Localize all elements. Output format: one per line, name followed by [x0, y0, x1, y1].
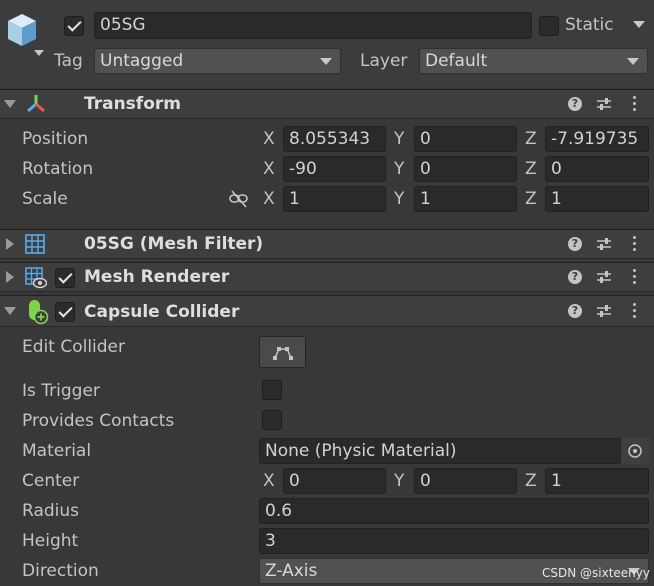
rotation-x-field[interactable]: -90	[283, 156, 386, 182]
position-z-field[interactable]: -7.919735	[545, 126, 649, 152]
material-value: None (Physic Material)	[265, 441, 457, 461]
foldout-collapsed-icon[interactable]	[6, 271, 14, 283]
help-icon[interactable]: ?	[568, 97, 582, 111]
scale-y-axis-label[interactable]: Y	[394, 188, 404, 210]
help-icon[interactable]: ?	[568, 237, 582, 251]
gameobject-cube-icon[interactable]	[4, 12, 46, 56]
scale-z-field[interactable]: 1	[545, 186, 649, 212]
rotation-y-field[interactable]: 0	[414, 156, 517, 182]
direction-value: Z-Axis	[265, 561, 318, 581]
mesh-filter-title: 05SG (Mesh Filter)	[84, 234, 264, 254]
mesh-renderer-title: Mesh Renderer	[84, 267, 230, 287]
kebab-menu-icon[interactable]	[633, 269, 637, 287]
capsule-collider-enabled-checkbox[interactable]	[55, 302, 75, 322]
transform-title: Transform	[84, 94, 181, 114]
center-z-field[interactable]: 1	[545, 468, 649, 494]
position-y-axis-label[interactable]: Y	[394, 128, 404, 150]
radius-label: Radius	[22, 501, 80, 521]
center-label: Center	[22, 471, 80, 491]
chevron-down-icon	[320, 58, 332, 65]
position-y-field[interactable]: 0	[414, 126, 517, 152]
foldout-expanded-icon[interactable]	[4, 100, 16, 108]
presets-sliders-icon[interactable]	[596, 96, 612, 112]
static-dropdown-caret[interactable]	[633, 21, 645, 28]
link-scale-icon[interactable]	[229, 190, 249, 208]
center-x-axis-label[interactable]: X	[263, 470, 275, 492]
help-icon[interactable]: ?	[568, 304, 582, 318]
scale-z-axis-label[interactable]: Z	[525, 188, 537, 210]
center-y-axis-label[interactable]: Y	[394, 470, 404, 492]
mesh-renderer-icon	[25, 267, 48, 289]
tag-label: Tag	[54, 51, 83, 71]
rotation-z-axis-label[interactable]: Z	[525, 158, 537, 180]
chevron-down-icon	[627, 58, 639, 65]
rotation-label: Rotation	[22, 159, 94, 179]
position-z-axis-label[interactable]: Z	[525, 128, 537, 150]
capsule-collider-icon	[26, 299, 50, 325]
transform-header[interactable]: Transform ?	[0, 89, 654, 119]
foldout-expanded-icon[interactable]	[4, 307, 16, 315]
is-trigger-checkbox[interactable]	[262, 380, 282, 400]
mesh-filter-header[interactable]: 05SG (Mesh Filter) ?	[0, 229, 654, 259]
material-label: Material	[22, 441, 92, 461]
active-toggle[interactable]	[64, 16, 84, 36]
object-picker-icon[interactable]	[620, 438, 649, 464]
transform-axes-icon	[24, 92, 48, 116]
center-z-axis-label[interactable]: Z	[525, 470, 537, 492]
provides-contacts-label: Provides Contacts	[22, 411, 175, 431]
presets-sliders-icon[interactable]	[596, 269, 612, 285]
mesh-renderer-enabled-checkbox[interactable]	[55, 268, 75, 288]
kebab-menu-icon[interactable]	[633, 236, 637, 254]
layer-dropdown[interactable]: Default	[419, 48, 648, 74]
layer-value: Default	[425, 51, 488, 71]
watermark: CSDN @sixteenyy	[542, 566, 650, 580]
mesh-filter-grid-icon	[25, 234, 45, 254]
static-label: Static	[565, 15, 614, 35]
position-x-field[interactable]: 8.055343	[283, 126, 386, 152]
gameobject-name-input[interactable]: 05SG	[94, 12, 532, 39]
rotation-z-field[interactable]: 0	[545, 156, 649, 182]
position-label: Position	[22, 129, 89, 149]
tag-dropdown[interactable]: Untagged	[94, 48, 341, 74]
static-checkbox[interactable]	[539, 16, 559, 36]
mesh-renderer-header[interactable]: Mesh Renderer ?	[0, 262, 654, 292]
edit-collider-label: Edit Collider	[22, 337, 126, 357]
edit-collider-button[interactable]	[259, 336, 306, 368]
tag-value: Untagged	[100, 51, 184, 71]
scale-x-axis-label[interactable]: X	[263, 188, 275, 210]
is-trigger-label: Is Trigger	[22, 381, 100, 401]
center-y-field[interactable]: 0	[414, 468, 517, 494]
radius-field[interactable]: 0.6	[259, 498, 649, 524]
position-x-axis-label[interactable]: X	[263, 128, 275, 150]
capsule-collider-header[interactable]: Capsule Collider ?	[0, 295, 654, 327]
rotation-y-axis-label[interactable]: Y	[394, 158, 404, 180]
kebab-menu-icon[interactable]	[633, 303, 637, 321]
kebab-menu-icon[interactable]	[633, 96, 637, 114]
material-object-field[interactable]: None (Physic Material)	[259, 438, 649, 464]
layer-label: Layer	[360, 51, 408, 71]
direction-label: Direction	[22, 561, 99, 581]
foldout-collapsed-icon[interactable]	[6, 238, 14, 250]
scale-x-field[interactable]: 1	[283, 186, 386, 212]
capsule-collider-title: Capsule Collider	[84, 302, 240, 322]
provides-contacts-checkbox[interactable]	[262, 410, 282, 430]
scale-y-field[interactable]: 1	[414, 186, 517, 212]
edit-collider-icon	[271, 343, 295, 361]
rotation-x-axis-label[interactable]: X	[263, 158, 275, 180]
scale-label: Scale	[22, 189, 68, 209]
gameobject-header: 05SG Static Tag Untagged Layer Default	[0, 0, 654, 88]
center-x-field[interactable]: 0	[283, 468, 386, 494]
presets-sliders-icon[interactable]	[596, 303, 612, 319]
help-icon[interactable]: ?	[568, 270, 582, 284]
height-label: Height	[22, 531, 79, 551]
height-field[interactable]: 3	[259, 528, 649, 554]
presets-sliders-icon[interactable]	[596, 236, 612, 252]
